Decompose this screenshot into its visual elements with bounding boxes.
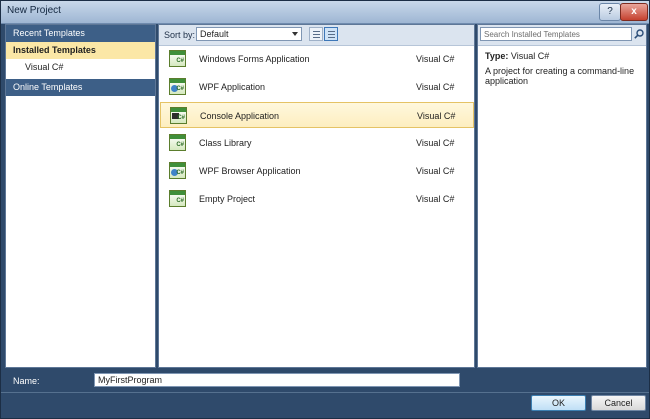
search-bar [478,25,646,46]
template-name: Console Application [200,111,280,121]
template-item[interactable]: C# Windows Forms Application Visual C# [160,46,474,72]
console-icon: C# [170,107,187,124]
empty-project-icon: C# [169,190,186,207]
template-name: Windows Forms Application [199,54,310,64]
template-sidebar: Recent Templates Installed Templates Vis… [5,24,156,368]
sidebar-item-visual-csharp[interactable]: Visual C# [6,59,155,76]
chevron-down-icon [292,32,298,36]
template-language: Visual C# [416,194,455,204]
ok-button[interactable]: OK [531,395,586,411]
template-item[interactable]: C# Console Application Visual C# [160,102,474,128]
cancel-button[interactable]: Cancel [591,395,646,411]
list-view-icon [328,31,335,32]
project-name-field[interactable] [94,373,460,387]
windows-forms-icon: C# [169,50,186,67]
template-details-panel: Type: Visual C# A project for creating a… [477,24,647,368]
template-name: Class Library [199,138,252,148]
template-language: Visual C# [417,111,456,121]
wpf-browser-icon: C# [169,162,186,179]
template-language: Visual C# [416,166,455,176]
sort-dropdown[interactable]: Default [196,27,302,41]
sidebar-item-recent-templates[interactable]: Recent Templates [6,25,155,42]
sort-toolbar: Sort by: Default [159,25,474,46]
template-language: Visual C# [416,138,455,148]
search-icon[interactable] [634,29,644,39]
type-label: Type: [485,51,509,61]
window-title: New Project [7,5,61,16]
template-item[interactable]: C# Class Library Visual C# [160,130,474,156]
footer-divider [1,392,649,393]
template-language: Visual C# [416,54,455,64]
wpf-icon: C# [169,78,186,95]
template-description: A project for creating a command-line ap… [485,66,635,86]
template-item[interactable]: C# WPF Browser Application Visual C# [160,158,474,184]
template-language: Visual C# [416,82,455,92]
template-item[interactable]: C# WPF Application Visual C# [160,74,474,100]
new-project-dialog: New Project ? x Recent Templates Install… [0,0,650,419]
sidebar-item-online-templates[interactable]: Online Templates [6,79,155,96]
template-list-panel: Sort by: Default C# Windows Forms Applica… [158,24,475,368]
list-view-button[interactable] [324,27,338,41]
sort-label: Sort by: [164,30,196,40]
sort-value: Default [200,29,229,39]
small-icons-view-button[interactable] [309,27,323,41]
name-label: Name: [13,376,40,386]
class-library-icon: C# [169,134,186,151]
sidebar-item-installed-templates[interactable]: Installed Templates [6,42,155,59]
type-value: Visual C# [510,51,550,61]
close-button[interactable]: x [620,3,648,21]
template-item[interactable]: C# Empty Project Visual C# [160,186,474,212]
template-name: WPF Browser Application [199,166,301,176]
title-bar: New Project ? x [1,1,649,24]
template-type: Type: Visual C# [485,51,549,61]
help-button[interactable]: ? [599,3,621,21]
template-name: Empty Project [199,194,256,204]
template-name: WPF Application [199,82,266,92]
small-icons-view-icon [313,31,320,32]
search-input[interactable] [480,27,632,41]
